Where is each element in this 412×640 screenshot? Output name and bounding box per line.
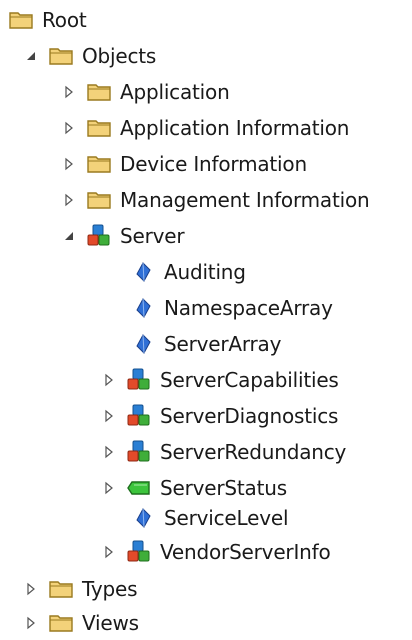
tree-node-root[interactable]: Root	[8, 5, 87, 35]
tree-node-label: ServerRedundancy	[160, 440, 347, 464]
folder-icon	[48, 576, 74, 602]
tree-node-label: VendorServerInfo	[160, 540, 331, 564]
tree-node-label: ServerArray	[164, 332, 282, 356]
tree-node-label: Device Information	[120, 152, 307, 176]
folder-icon	[86, 79, 112, 105]
collapsed-arrow-icon[interactable]	[100, 437, 118, 467]
folder-icon	[86, 151, 112, 177]
tree-node-namespace-array[interactable]: NamespaceArray	[130, 293, 333, 323]
expanded-arrow-icon[interactable]	[22, 41, 40, 71]
collapsed-arrow-icon[interactable]	[22, 608, 40, 638]
tree-node-label: ServerCapabilities	[160, 368, 339, 392]
collapsed-arrow-icon[interactable]	[22, 574, 40, 604]
tree-node-server-redundancy[interactable]: ServerRedundancy	[100, 437, 346, 467]
tree-node-server-array[interactable]: ServerArray	[130, 329, 281, 359]
tree-node-types[interactable]: Types	[22, 574, 138, 604]
expanded-arrow-icon[interactable]	[60, 221, 78, 251]
tree-node-server-diagnostics[interactable]: ServerDiagnostics	[100, 401, 338, 431]
tree-node-auditing[interactable]: Auditing	[130, 257, 246, 287]
tree-node-device-information[interactable]: Device Information	[60, 149, 307, 179]
tree-node-label: Management Information	[120, 188, 370, 212]
collapsed-arrow-icon[interactable]	[60, 77, 78, 107]
folder-icon	[48, 610, 74, 636]
collapsed-arrow-icon[interactable]	[100, 473, 118, 503]
folder-icon	[86, 115, 112, 141]
tree-node-label: Views	[82, 611, 139, 635]
folder-icon	[8, 7, 34, 33]
collapsed-arrow-icon[interactable]	[60, 149, 78, 179]
tree-node-label: Auditing	[164, 260, 246, 284]
variable-icon	[130, 259, 156, 285]
collapsed-arrow-icon[interactable]	[100, 537, 118, 567]
tree-node-label: Application Information	[120, 116, 350, 140]
variable-icon	[130, 505, 156, 531]
tree-node-application[interactable]: Application	[60, 77, 230, 107]
tree-node-service-level[interactable]: ServiceLevel	[130, 503, 289, 533]
object-cubes-icon	[126, 367, 152, 393]
tree-node-label: Server	[120, 224, 185, 248]
variable-icon	[130, 295, 156, 321]
variable-icon	[130, 331, 156, 357]
folder-icon	[86, 187, 112, 213]
tree-node-label: Root	[42, 8, 87, 32]
tree-node-vendor-server-info[interactable]: VendorServerInfo	[100, 537, 331, 567]
collapsed-arrow-icon[interactable]	[100, 365, 118, 395]
tree-node-label: Application	[120, 80, 230, 104]
collapsed-arrow-icon[interactable]	[60, 113, 78, 143]
object-cubes-icon	[86, 223, 112, 249]
folder-icon	[48, 43, 74, 69]
collapsed-arrow-icon[interactable]	[60, 185, 78, 215]
tree-node-server-status[interactable]: ServerStatus	[100, 473, 287, 503]
tree-node-objects[interactable]: Objects	[22, 41, 156, 71]
tree-node-label: NamespaceArray	[164, 296, 333, 320]
tree-node-views[interactable]: Views	[22, 608, 139, 638]
tree-node-label: Objects	[82, 44, 157, 68]
tree-node-label: Types	[82, 577, 138, 601]
tree-node-label: ServerStatus	[160, 476, 287, 500]
tree-node-server[interactable]: Server	[60, 221, 185, 251]
object-cubes-icon	[126, 439, 152, 465]
structure-variable-icon	[126, 475, 152, 501]
tree-node-label: ServerDiagnostics	[160, 404, 339, 428]
tree-node-management-information[interactable]: Management Information	[60, 185, 370, 215]
tree-view: Root Objects Application Application Inf…	[0, 0, 412, 640]
tree-node-application-information[interactable]: Application Information	[60, 113, 349, 143]
object-cubes-icon	[126, 539, 152, 565]
collapsed-arrow-icon[interactable]	[100, 401, 118, 431]
object-cubes-icon	[126, 403, 152, 429]
tree-node-server-capabilities[interactable]: ServerCapabilities	[100, 365, 339, 395]
tree-node-label: ServiceLevel	[164, 506, 289, 530]
